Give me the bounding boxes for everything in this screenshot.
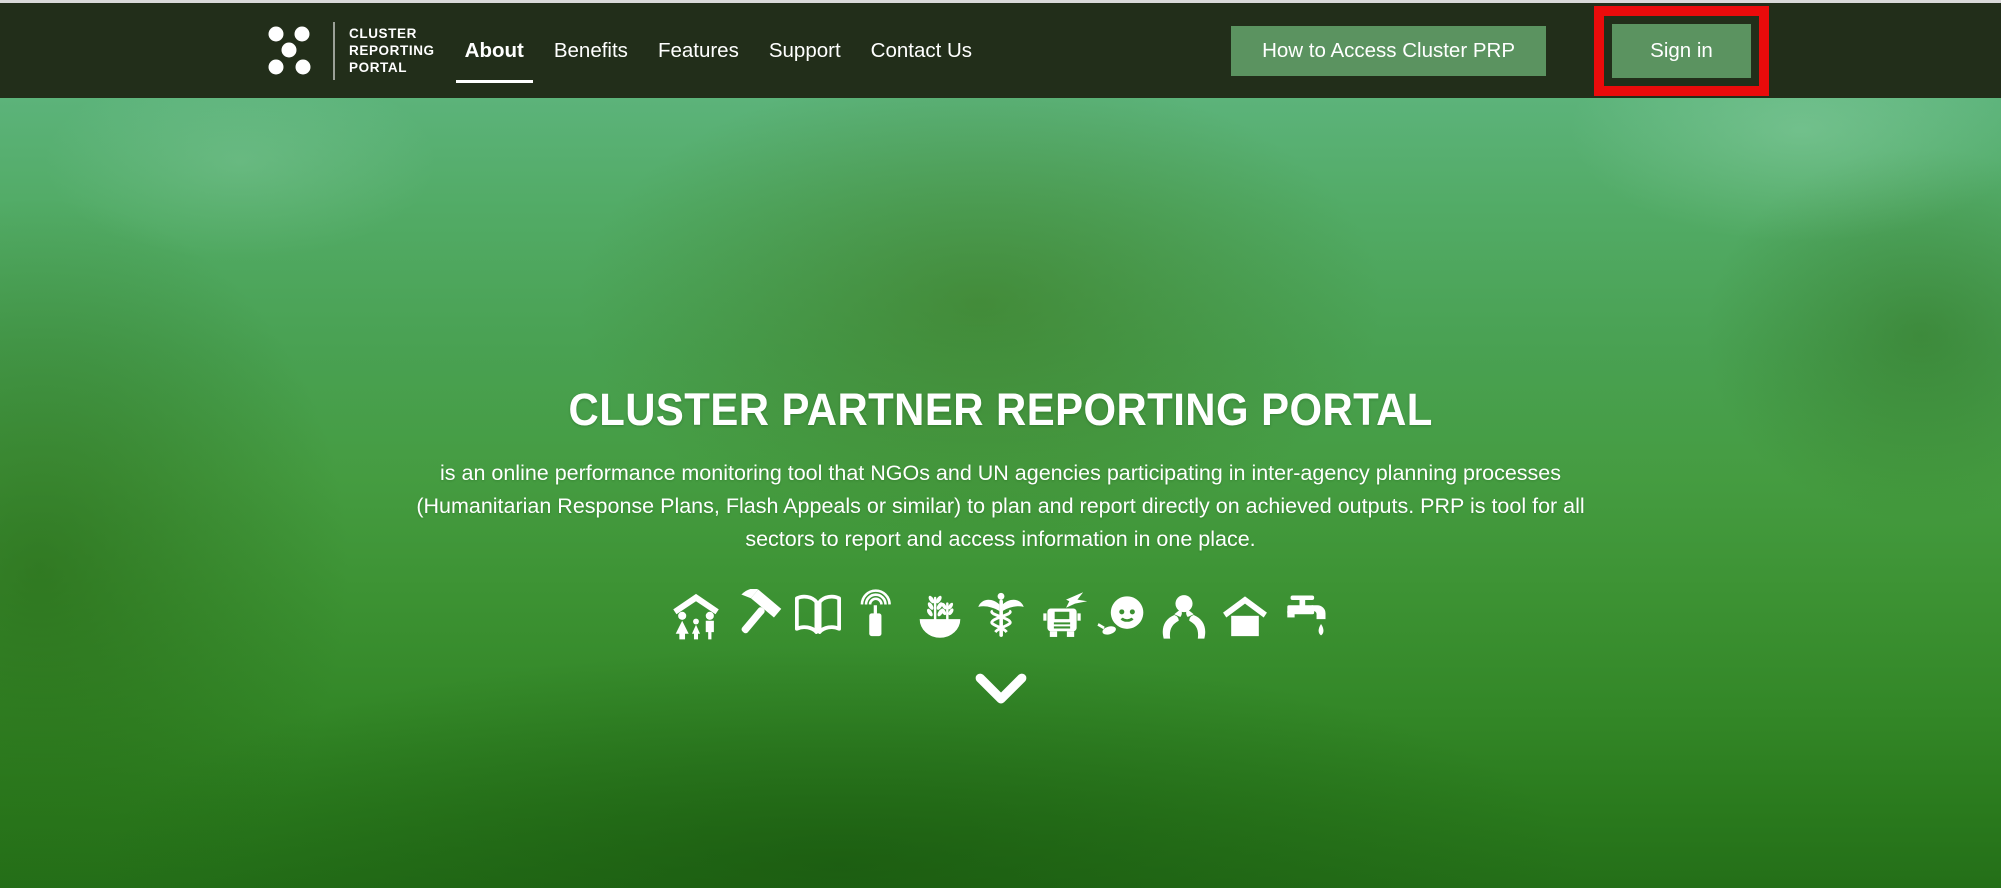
telecommunications-icon [853,589,905,641]
hero-section: CLUSTER PARTNER REPORTING PORTAL is an o… [0,98,2001,888]
hero-description: is an online performance monitoring tool… [416,461,1585,551]
early-recovery-icon [731,589,783,641]
chevron-down-icon[interactable] [972,672,1030,706]
navbar: CLUSTER REPORTING PORTAL About Benefits Fe… [0,3,2001,98]
health-icon [975,589,1027,641]
cluster-dots-logo-icon [263,23,319,79]
food-security-icon [914,589,966,641]
nav-link-contact-us[interactable]: Contact Us [871,33,972,69]
education-icon [792,589,844,641]
cluster-icons-row [670,589,1332,641]
hero-title: CLUSTER PARTNER REPORTING PORTAL [568,384,1433,435]
how-to-access-button[interactable]: How to Access Cluster PRP [1231,25,1546,76]
nutrition-icon [1096,589,1149,641]
nav-link-benefits[interactable]: Benefits [554,33,628,69]
signin-button[interactable]: Sign in [1612,23,1751,78]
brand-line-1: CLUSTER [349,26,417,41]
brand-logo[interactable]: CLUSTER REPORTING PORTAL [263,21,435,80]
logistics-icon [1036,589,1088,641]
brand-line-3: PORTAL [349,60,408,75]
brand-divider [333,21,335,80]
shelter-icon [1219,589,1271,641]
nav-link-features[interactable]: Features [658,33,739,69]
nav-link-about[interactable]: About [455,33,534,83]
annotation-highlight-box: Sign in [1594,5,1769,96]
page: CLUSTER REPORTING PORTAL About Benefits Fe… [0,0,2001,888]
brand-text: CLUSTER REPORTING PORTAL [349,25,435,76]
camp-coordination-icon [670,589,722,641]
wash-icon [1280,589,1332,641]
nav-links: About Benefits Features Support Contact Us [455,33,972,83]
protection-icon [1158,589,1210,641]
brand-line-2: REPORTING [349,43,435,58]
nav-link-support[interactable]: Support [769,33,841,69]
